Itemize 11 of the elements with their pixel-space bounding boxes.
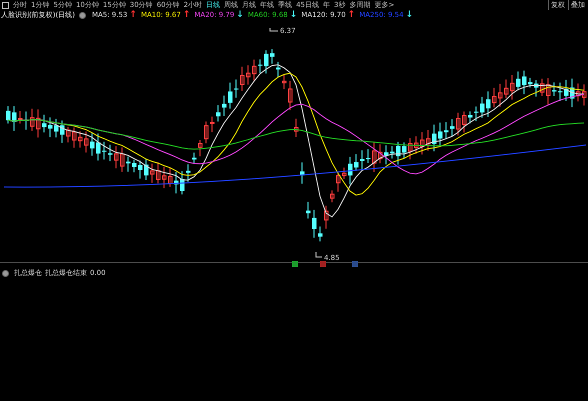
- settings-icon[interactable]: [78, 12, 86, 18]
- trend-arrow: ↑: [129, 10, 137, 20]
- trend-arrow: ↓: [406, 10, 414, 20]
- trend-arrow: ↓: [290, 10, 298, 20]
- leader-line: [316, 252, 322, 258]
- leader-line: [270, 28, 278, 32]
- window-icon[interactable]: [2, 2, 9, 8]
- trend-arrow: ↑: [182, 10, 190, 20]
- trend-arrow: ↓: [236, 10, 244, 20]
- trend-arrow: ↑: [348, 10, 356, 20]
- settings-icon[interactable]: [2, 270, 9, 276]
